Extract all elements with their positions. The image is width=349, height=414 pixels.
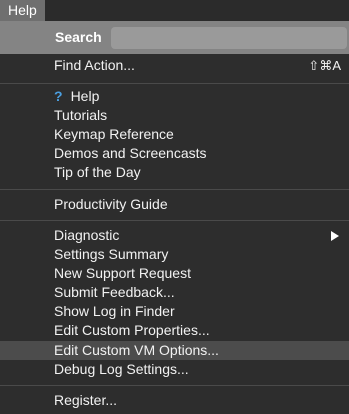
register-label: Register...: [54, 392, 118, 408]
separator: [0, 83, 349, 84]
show-log-label: Show Log in Finder: [54, 303, 175, 319]
menu-item-demos-screencasts[interactable]: Demos and Screencasts: [0, 144, 349, 163]
edit-custom-properties-label: Edit Custom Properties...: [54, 322, 210, 338]
menu-item-submit-feedback[interactable]: Submit Feedback...: [0, 283, 349, 302]
help-menu: Search Find Action... ⇧⌘A ? Help Tutorial…: [0, 21, 349, 414]
keymap-reference-label: Keymap Reference: [54, 126, 174, 142]
menu-item-productivity-guide[interactable]: Productivity Guide: [0, 195, 349, 214]
menu-item-edit-custom-vm-options[interactable]: Edit Custom VM Options...: [0, 341, 349, 360]
menubar-help-tab[interactable]: Help: [0, 0, 45, 21]
menu-item-find-action[interactable]: Find Action... ⇧⌘A: [0, 56, 349, 75]
search-label: Search: [55, 29, 102, 45]
menu-item-register[interactable]: Register...: [0, 391, 349, 410]
find-action-label: Find Action...: [54, 57, 135, 73]
find-action-shortcut: ⇧⌘A: [308, 58, 341, 73]
new-support-request-label: New Support Request: [54, 265, 191, 281]
submit-feedback-label: Submit Feedback...: [54, 284, 175, 300]
productivity-guide-label: Productivity Guide: [54, 196, 168, 212]
tip-of-the-day-label: Tip of the Day: [54, 164, 141, 180]
menu-item-settings-summary[interactable]: Settings Summary: [0, 245, 349, 264]
menu-item-tip-of-the-day[interactable]: Tip of the Day: [0, 163, 349, 182]
submenu-chevron-icon: [331, 231, 339, 241]
separator: [0, 220, 349, 221]
menu-item-new-support-request[interactable]: New Support Request: [0, 264, 349, 283]
help-question-icon: ?: [54, 88, 63, 104]
separator: [0, 189, 349, 190]
demos-screencasts-label: Demos and Screencasts: [54, 145, 207, 161]
help-label: Help: [70, 88, 100, 104]
edit-custom-vm-options-label: Edit Custom VM Options...: [54, 342, 219, 358]
menu-item-tutorials[interactable]: Tutorials: [0, 106, 349, 125]
menu-item-show-log[interactable]: Show Log in Finder: [0, 302, 349, 321]
menu-item-keymap-reference[interactable]: Keymap Reference: [0, 125, 349, 144]
menu-item-edit-custom-properties[interactable]: Edit Custom Properties...: [0, 321, 349, 340]
diagnostic-label: Diagnostic: [54, 227, 120, 243]
settings-summary-label: Settings Summary: [54, 246, 169, 262]
menu-item-debug-log-settings[interactable]: Debug Log Settings...: [0, 360, 349, 379]
debug-log-settings-label: Debug Log Settings...: [54, 361, 189, 377]
search-row: Search: [0, 21, 349, 54]
search-input[interactable]: [111, 27, 347, 49]
menu-item-diagnostic[interactable]: Diagnostic: [0, 226, 349, 245]
menu-item-help[interactable]: ? Help: [0, 87, 349, 106]
tutorials-label: Tutorials: [54, 107, 108, 123]
separator: [0, 385, 349, 386]
